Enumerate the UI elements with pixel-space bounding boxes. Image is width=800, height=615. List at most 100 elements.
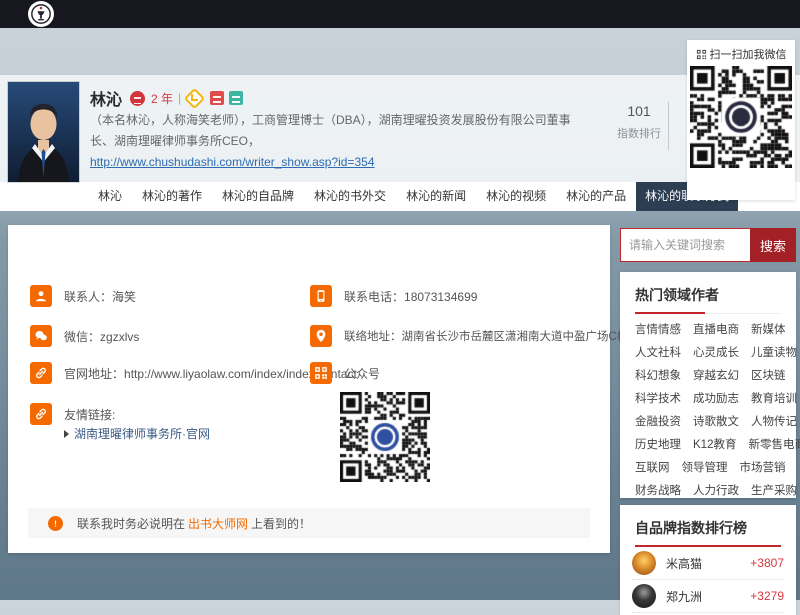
author-badge-icon	[130, 91, 145, 106]
search-button[interactable]: 搜索	[750, 228, 796, 262]
tag-link[interactable]: 领导管理	[682, 459, 728, 475]
tag-row: 财务战略人力行政生产采购	[620, 482, 796, 498]
tag-row: 历史地理K12教育新零售电商	[620, 436, 796, 452]
contact-wechat: 微信：zgzxlvs	[64, 328, 139, 345]
tag-link[interactable]: 生产采购	[751, 482, 797, 498]
notice-site-link[interactable]: 出书大师网	[188, 517, 248, 531]
tag-link[interactable]: 互联网	[635, 459, 670, 475]
contact-phone: 联系电话：18073134699	[344, 288, 477, 305]
tag-link[interactable]: 历史地理	[635, 436, 681, 452]
years-badge: 2 年	[151, 90, 173, 107]
profile-nav: 林沁 林沁的著作 林沁的自品牌 林沁的书外交 林沁的新闻 林沁的视频 林沁的产品…	[0, 182, 800, 211]
bio-line-2: 长、湖南理曜律师事务所CEO，	[90, 131, 620, 152]
tag-row: 言情情感直播电商新媒体	[620, 321, 796, 337]
contact-mp-row: 公众号	[310, 362, 380, 384]
tag-link[interactable]: 区块链	[751, 367, 786, 383]
wechat-qr-code	[690, 66, 792, 168]
qr-icon	[310, 362, 332, 384]
link-icon	[30, 362, 52, 384]
tag-link[interactable]: 人文社科	[635, 344, 681, 360]
tag-link[interactable]: 市场营销	[740, 459, 786, 475]
top-bar	[0, 0, 800, 28]
profile-avatar	[8, 82, 79, 182]
sidebar-search: 搜索	[620, 228, 796, 262]
wechat-card-title: 扫一扫加我微信	[710, 46, 787, 62]
tag-row: 金融投资诗歌散文人物传记	[620, 413, 796, 429]
tag-link[interactable]: 儿童读物	[751, 344, 797, 360]
contact-site-row: 官网地址：http://www.liyaolaw.com/index/index…	[30, 362, 357, 384]
tag-row: 人文社科心灵成长儿童读物	[620, 344, 796, 360]
qr-mini-icon	[696, 49, 707, 60]
tab-products[interactable]: 林沁的产品	[556, 182, 636, 211]
tab-videos[interactable]: 林沁的视频	[476, 182, 556, 211]
wechat-icon	[30, 325, 52, 347]
tag-link[interactable]: 科学技术	[635, 390, 681, 406]
tag-link[interactable]: 直播电商	[693, 321, 739, 337]
profile-url-link[interactable]: http://www.chushudashi.com/writer_show.a…	[90, 155, 375, 169]
stat-divider	[668, 102, 669, 150]
tag-link[interactable]: 言情情感	[635, 321, 681, 337]
tag-link[interactable]: 穿越玄幻	[693, 367, 739, 383]
mp-qr-code	[340, 392, 430, 482]
rank-name[interactable]: 郑九洲	[666, 588, 750, 605]
index-value: 101	[606, 103, 672, 119]
rank-avatar	[632, 584, 656, 608]
badge-separator: |	[178, 91, 181, 105]
tag-link[interactable]: K12教育	[693, 436, 736, 452]
rank-score: +3807	[750, 556, 784, 570]
ranking-title: 自品牌指数排行榜	[620, 505, 796, 547]
wechat-card-header: 扫一扫加我微信	[687, 46, 795, 62]
tab-news[interactable]: 林沁的新闻	[396, 182, 476, 211]
contact-person-row: 联系人：海笑	[30, 285, 136, 307]
profile-bio: （本名林沁，人称海笑老师），工商管理博士（DBA），湖南理曜投资发展股份有限公司…	[90, 110, 620, 152]
friend-links-label: 友情链接:	[64, 406, 115, 423]
contact-phone-row: 联系电话：18073134699	[310, 285, 477, 307]
v-certification-icon	[184, 87, 205, 108]
title-red-underline	[635, 312, 705, 314]
tag-link[interactable]: 人物传记	[751, 413, 797, 429]
link-icon	[30, 403, 52, 425]
tab-works[interactable]: 林沁的著作	[132, 182, 212, 211]
tag-link[interactable]: 心灵成长	[693, 344, 739, 360]
rank-avatar	[632, 551, 656, 575]
contact-mp-label: 公众号	[344, 365, 380, 382]
tag-row: 科学技术成功励志教育培训	[620, 390, 796, 406]
tag-link[interactable]: 金融投资	[635, 413, 681, 429]
red-square-badge-icon	[210, 91, 224, 105]
tag-link[interactable]: 财务战略	[635, 482, 681, 498]
teal-square-badge-icon	[229, 91, 243, 105]
tag-link[interactable]: 成功励志	[693, 390, 739, 406]
tag-link[interactable]: 诗歌散文	[693, 413, 739, 429]
contact-panel: 联系人：海笑 联系电话：18073134699 微信：zgzxlvs 联络地址：…	[8, 225, 610, 553]
tab-home[interactable]: 林沁	[88, 182, 132, 211]
tag-link[interactable]: 新零售电商	[748, 436, 800, 452]
person-icon	[30, 285, 52, 307]
tab-brand[interactable]: 林沁的自品牌	[212, 182, 304, 211]
tab-book-diplomacy[interactable]: 林沁的书外交	[304, 182, 396, 211]
site-logo-icon[interactable]	[28, 1, 54, 27]
tag-link[interactable]: 新媒体	[751, 321, 786, 337]
tag-link[interactable]: 教育培训	[751, 390, 797, 406]
search-input[interactable]	[620, 228, 750, 262]
title-red-underline	[635, 545, 781, 547]
wechat-qr-card: 扫一扫加我微信	[687, 40, 795, 200]
tag-row: 科幻想象穿越玄幻区块链	[620, 367, 796, 383]
contact-address-row: 联络地址：湖南省长沙市岳麓区潇湘南大道中盈广场C栋7楼	[310, 325, 646, 347]
ranking-row[interactable]: 郑九洲 +3279	[632, 580, 784, 613]
brand-ranking-panel: 自品牌指数排行榜 米高猫 +3807 郑九洲 +3279	[620, 505, 796, 615]
rank-name[interactable]: 米高猫	[666, 555, 750, 572]
exclamation-icon	[48, 516, 63, 531]
phone-icon	[310, 285, 332, 307]
tag-link[interactable]: 科幻想象	[635, 367, 681, 383]
tag-row: 互联网领导管理市场营销	[620, 459, 796, 475]
profile-name-row: 林沁 2 年 |	[90, 88, 248, 108]
profile-name: 林沁	[90, 86, 122, 110]
ranking-row[interactable]: 米高猫 +3807	[632, 547, 784, 580]
hot-authors-title: 热门领域作者	[620, 272, 796, 314]
friend-link-text[interactable]: 湖南理曜律师事务所·官网	[74, 425, 210, 442]
tag-link[interactable]: 人力行政	[693, 482, 739, 498]
notice-bar: 联系我时务必说明在出书大师网上看到的！	[28, 508, 590, 538]
page: { "topbar": { "stock_code_label": "股权代码：…	[0, 0, 800, 600]
location-icon	[310, 325, 332, 347]
friend-link-item[interactable]: 湖南理曜律师事务所·官网	[64, 425, 210, 442]
